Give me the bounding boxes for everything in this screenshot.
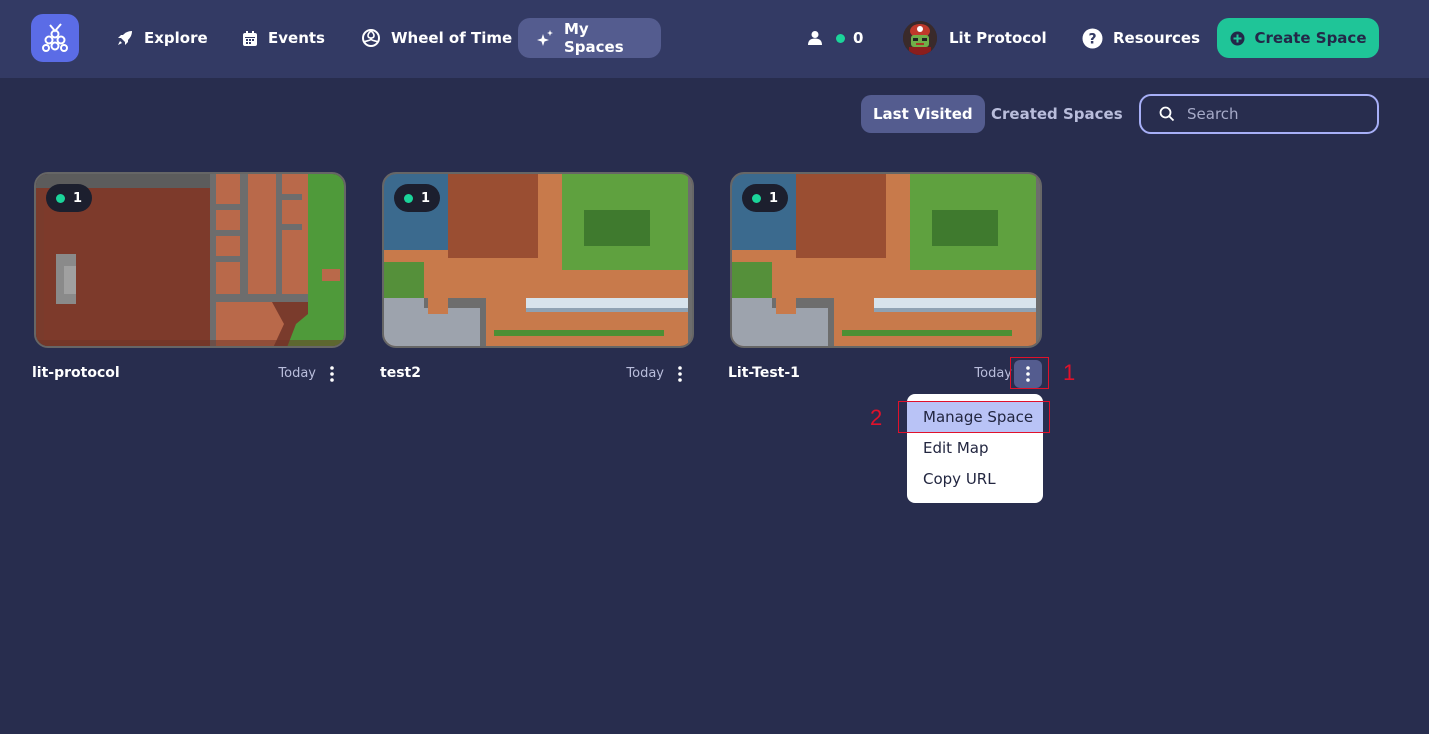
menu-item-label: Edit Map [923,438,989,457]
online-dot-icon [836,33,845,43]
top-navigation-bar: Explore Events Wheel of Time My Spaces 0… [0,0,1429,78]
avatar [903,21,937,55]
create-space-button[interactable]: Create Space [1217,18,1379,58]
nav-events-label: Events [268,29,325,47]
space-name[interactable]: Lit-Test-1 [728,365,800,381]
nav-explore-label: Explore [144,29,208,47]
nav-events[interactable]: Events [224,18,343,58]
space-name[interactable]: test2 [380,365,421,381]
space-thumbnail[interactable]: 1 [34,172,346,348]
rocket-icon [118,31,132,45]
annotation-number-1: 1 [1063,360,1076,385]
profile-button[interactable]: Lit Protocol [903,20,1047,56]
space-card[interactable]: 1 Lit-Test-1 Today [728,172,1042,389]
online-count: 0 [853,29,864,47]
help-circle-icon: ? [1082,28,1103,48]
user-icon [808,31,822,45]
kebab-menu-icon [330,366,334,382]
space-thumbnail[interactable]: 1 [730,172,1042,348]
create-space-label: Create Space [1254,29,1367,47]
tab-last-visited[interactable]: Last Visited [861,95,985,133]
online-status[interactable]: 0 [808,18,863,58]
online-count: 1 [769,190,779,206]
online-dot-icon [404,193,413,203]
nav-wheel-of-time[interactable]: Wheel of Time [343,18,530,58]
menu-item-label: Copy URL [923,469,996,488]
gather-logo-icon[interactable] [31,14,79,62]
online-dot-icon [752,193,761,203]
search-icon [1159,106,1175,122]
search-input[interactable] [1187,105,1357,123]
online-badge: 1 [394,184,441,212]
online-badge: 1 [46,184,93,212]
annotation-box-2 [898,401,1050,433]
kebab-menu-icon [678,366,682,382]
nav-wheel-of-time-label: Wheel of Time [391,29,513,47]
space-card[interactable]: 1 lit-protocol Today [32,172,346,389]
annotation-box-1 [1010,357,1049,389]
svg-text:?: ? [1088,31,1096,47]
online-badge: 1 [742,184,789,212]
more-options-button[interactable] [666,360,694,388]
sparkle-icon [537,30,553,46]
calendar-icon [243,30,257,46]
space-last-visited: Today [974,366,1012,381]
resources-button[interactable]: ? Resources [1082,18,1200,58]
online-dot-icon [56,193,65,203]
menu-item-edit-map[interactable]: Edit Map [907,432,1043,463]
tab-created-spaces-label: Created Spaces [991,105,1123,123]
space-name[interactable]: lit-protocol [32,365,120,381]
profile-name: Lit Protocol [949,29,1047,47]
resources-label: Resources [1113,29,1201,47]
nav-my-spaces-label: My Spaces [564,20,624,56]
space-card[interactable]: 1 test2 Today [380,172,694,389]
nav-my-spaces[interactable]: My Spaces [518,18,661,58]
annotation-number-2: 2 [870,405,883,430]
tab-created-spaces[interactable]: Created Spaces [979,95,1135,133]
plus-circle-icon [1230,31,1244,45]
space-last-visited: Today [626,366,664,381]
menu-item-copy-url[interactable]: Copy URL [907,463,1043,494]
space-thumbnail[interactable]: 1 [382,172,694,348]
more-options-button[interactable] [318,360,346,388]
tab-last-visited-label: Last Visited [873,105,973,123]
online-count: 1 [421,190,431,206]
wheel-icon [362,29,380,47]
online-count: 1 [73,190,83,206]
nav-explore[interactable]: Explore [98,18,226,58]
space-last-visited: Today [278,366,316,381]
search-box[interactable] [1139,94,1379,134]
